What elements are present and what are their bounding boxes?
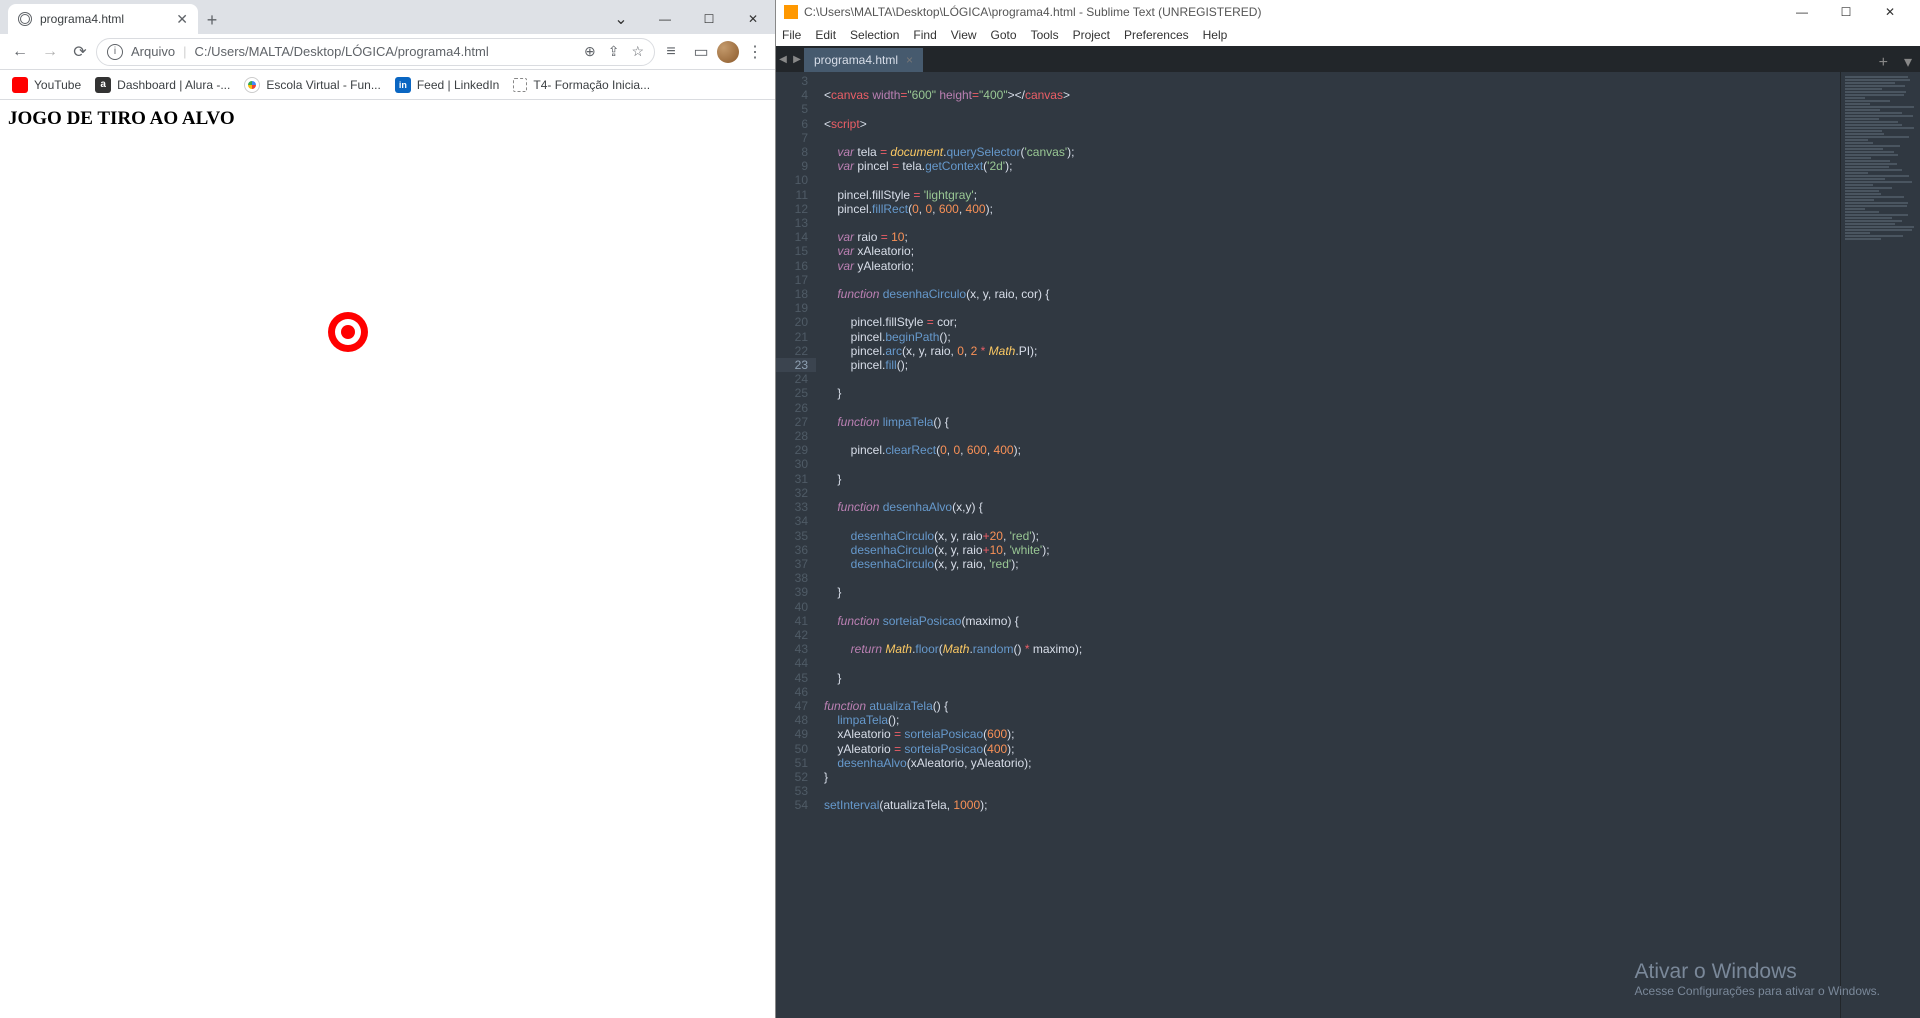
close-window-button[interactable]: ✕ bbox=[1868, 5, 1912, 19]
new-file-button[interactable]: + bbox=[1871, 54, 1896, 72]
menu-item-file[interactable]: File bbox=[782, 28, 801, 42]
code-editor[interactable]: 3456789101112131415161718192021222324252… bbox=[776, 72, 1920, 1018]
tab-strip: programa4.html ✕ + ⌄ — ☐ ✕ bbox=[0, 0, 775, 34]
forward-button[interactable]: → bbox=[36, 38, 64, 66]
chrome-menu-button[interactable]: ⋮ bbox=[741, 38, 769, 66]
watermark-subtitle: Acesse Configurações para ativar o Windo… bbox=[1635, 984, 1880, 998]
bookmark-label: T4- Formação Inicia... bbox=[533, 78, 650, 92]
menu-item-project[interactable]: Project bbox=[1073, 28, 1110, 42]
bookmark-icon bbox=[513, 78, 527, 92]
editor-tab[interactable]: programa4.html × bbox=[804, 48, 923, 72]
menu-item-preferences[interactable]: Preferences bbox=[1124, 28, 1189, 42]
close-icon[interactable]: ✕ bbox=[176, 11, 188, 28]
close-icon[interactable]: × bbox=[906, 53, 913, 67]
tab-title: programa4.html bbox=[40, 12, 124, 26]
back-button[interactable]: ← bbox=[6, 38, 34, 66]
menu-item-selection[interactable]: Selection bbox=[850, 28, 899, 42]
page-viewport: JOGO DE TIRO AO ALVO bbox=[0, 100, 775, 1018]
menu-item-view[interactable]: View bbox=[951, 28, 977, 42]
menu-item-edit[interactable]: Edit bbox=[815, 28, 836, 42]
page-title: JOGO DE TIRO AO ALVO bbox=[8, 108, 767, 130]
code-area[interactable]: <canvas width="600" height="400"></canva… bbox=[816, 72, 1840, 1018]
address-bar[interactable]: i Arquivo | C:/Users/MALTA/Desktop/LÓGIC… bbox=[96, 38, 655, 66]
bookmark-item[interactable]: YouTube bbox=[12, 77, 81, 93]
browser-toolbar: ← → ⟳ i Arquivo | C:/Users/MALTA/Desktop… bbox=[0, 34, 775, 70]
omnibox-prefix: Arquivo bbox=[131, 44, 175, 59]
site-info-icon[interactable]: i bbox=[107, 44, 123, 60]
browser-tab[interactable]: programa4.html ✕ bbox=[8, 4, 198, 34]
reading-list-icon[interactable]: ≡ bbox=[657, 38, 685, 66]
bookmark-item[interactable]: in Feed | LinkedIn bbox=[395, 77, 500, 93]
bookmark-label: Feed | LinkedIn bbox=[417, 78, 500, 92]
maximize-button[interactable]: ☐ bbox=[1824, 5, 1868, 19]
omnibox-url: C:/Users/MALTA/Desktop/LÓGICA/programa4.… bbox=[194, 44, 488, 59]
editor-tab-label: programa4.html bbox=[814, 53, 898, 67]
side-panel-icon[interactable]: ▭ bbox=[687, 38, 715, 66]
bookmark-label: YouTube bbox=[34, 78, 81, 92]
sublime-titlebar: C:\Users\MALTA\Desktop\LÓGICA\programa4.… bbox=[776, 0, 1920, 24]
menu-item-goto[interactable]: Goto bbox=[991, 28, 1017, 42]
share-icon[interactable]: ⇪ bbox=[608, 43, 620, 60]
chrome-titlebar: programa4.html ✕ + ⌄ — ☐ ✕ bbox=[0, 0, 775, 34]
maximize-button[interactable]: ☐ bbox=[687, 4, 731, 34]
bookmark-icon: a bbox=[95, 77, 111, 93]
new-tab-button[interactable]: + bbox=[198, 6, 226, 34]
tab-scroll-right-icon[interactable]: ▶ bbox=[790, 46, 804, 72]
sublime-tabstrip: ◀ ▶ programa4.html × + ▾ bbox=[776, 46, 1920, 72]
reload-button[interactable]: ⟳ bbox=[66, 38, 94, 66]
bookmark-icon bbox=[244, 77, 260, 93]
watermark-title: Ativar o Windows bbox=[1635, 960, 1880, 984]
menu-item-find[interactable]: Find bbox=[913, 28, 936, 42]
line-number-gutter: 3456789101112131415161718192021222324252… bbox=[776, 72, 816, 1018]
sublime-window-controls: — ☐ ✕ bbox=[1780, 5, 1912, 19]
sublime-window: C:\Users\MALTA\Desktop\LÓGICA\programa4.… bbox=[776, 0, 1920, 1018]
bookmark-icon: in bbox=[395, 77, 411, 93]
sublime-logo-icon bbox=[784, 5, 798, 19]
bookmark-label: Dashboard | Alura -... bbox=[117, 78, 230, 92]
minimize-button[interactable]: — bbox=[643, 4, 687, 34]
tab-scroll-left-icon[interactable]: ◀ bbox=[776, 46, 790, 72]
bookmark-icon bbox=[12, 77, 28, 93]
globe-icon bbox=[18, 12, 32, 26]
windows-activation-watermark: Ativar o Windows Acesse Configurações pa… bbox=[1635, 960, 1880, 998]
target-inner-ring bbox=[341, 325, 355, 339]
bookmarks-bar: YouTube a Dashboard | Alura -... Escola Vir… bbox=[0, 70, 775, 100]
minimize-button[interactable]: — bbox=[1780, 5, 1824, 19]
zoom-icon[interactable]: ⊕ bbox=[584, 43, 596, 60]
sublime-title: C:\Users\MALTA\Desktop\LÓGICA\programa4.… bbox=[804, 5, 1261, 19]
profile-avatar[interactable] bbox=[717, 41, 739, 63]
close-window-button[interactable]: ✕ bbox=[731, 4, 775, 34]
bookmark-item[interactable]: a Dashboard | Alura -... bbox=[95, 77, 230, 93]
sublime-menubar: File Edit Selection Find View Goto Tools Projec… bbox=[776, 24, 1920, 46]
minimap[interactable] bbox=[1840, 72, 1920, 1018]
bookmark-label: Escola Virtual - Fun... bbox=[266, 78, 381, 92]
bookmark-item[interactable]: Escola Virtual - Fun... bbox=[244, 77, 381, 93]
game-canvas[interactable] bbox=[8, 140, 767, 540]
star-icon[interactable]: ☆ bbox=[631, 43, 644, 60]
bookmark-item[interactable]: T4- Formação Inicia... bbox=[513, 78, 650, 92]
window-controls: ⌄ — ☐ ✕ bbox=[599, 4, 775, 34]
chrome-window: programa4.html ✕ + ⌄ — ☐ ✕ ← → ⟳ i Arqui… bbox=[0, 0, 776, 1018]
tab-dropdown-icon[interactable]: ▾ bbox=[1896, 52, 1920, 72]
menu-item-help[interactable]: Help bbox=[1203, 28, 1228, 42]
chevron-down-icon[interactable]: ⌄ bbox=[599, 4, 643, 34]
menu-item-tools[interactable]: Tools bbox=[1031, 28, 1059, 42]
